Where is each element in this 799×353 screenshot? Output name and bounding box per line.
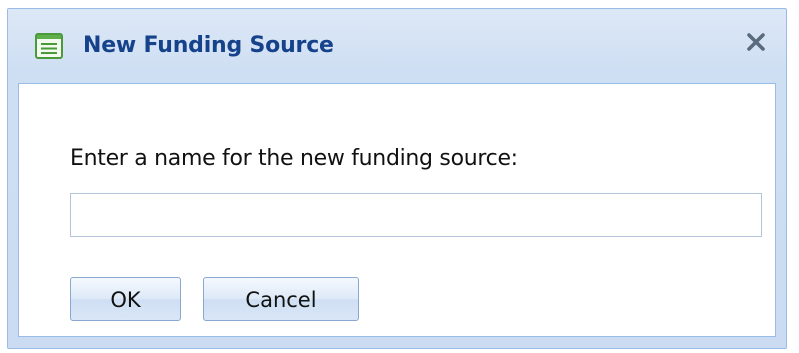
dialog-titlebar[interactable]: New Funding Source: [8, 9, 786, 83]
dialog-body: Enter a name for the new funding source:…: [18, 83, 776, 337]
close-icon[interactable]: [743, 29, 769, 55]
ok-button[interactable]: OK: [70, 277, 181, 321]
cancel-button[interactable]: Cancel: [203, 277, 359, 321]
dialog-title: New Funding Source: [83, 33, 334, 58]
new-funding-source-dialog: New Funding Source Enter a name for the …: [7, 8, 787, 349]
funding-source-name-input[interactable]: [70, 193, 762, 237]
form-window-icon: [35, 33, 63, 59]
name-prompt-label: Enter a name for the new funding source:: [70, 146, 518, 171]
